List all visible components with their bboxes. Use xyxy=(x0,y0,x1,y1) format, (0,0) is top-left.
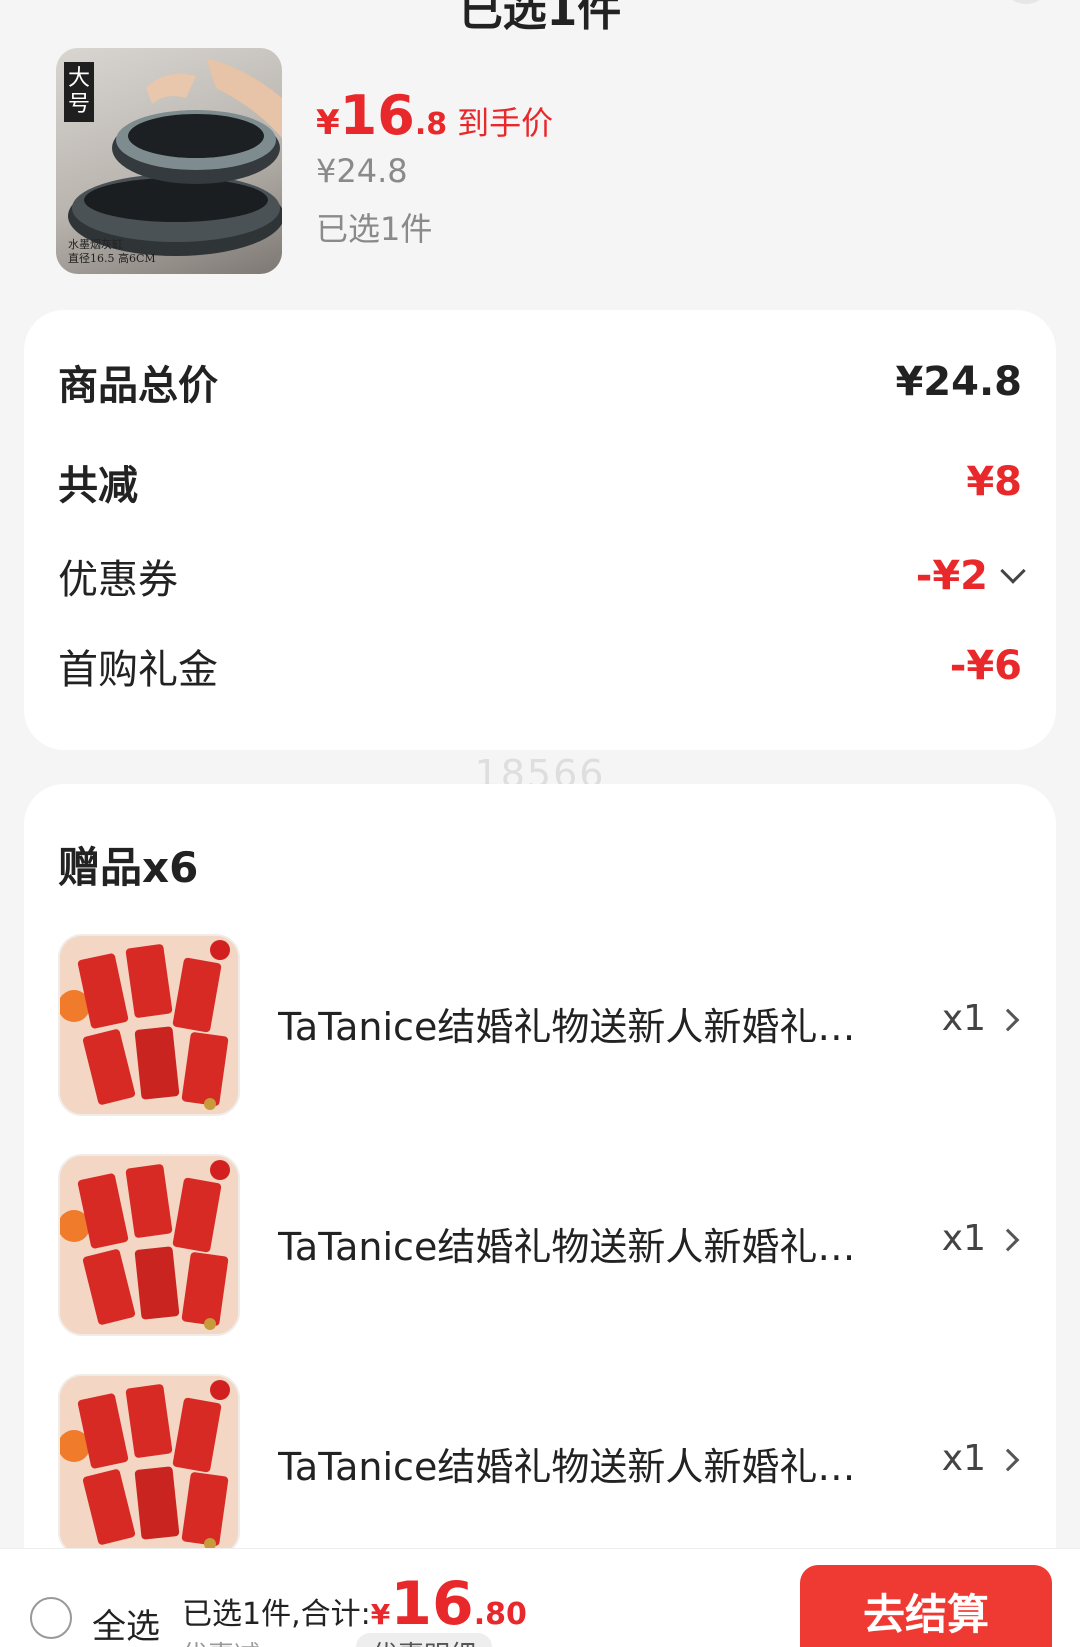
gift-qty: x1 xyxy=(941,998,986,1039)
discount-row: 共减 ¥8 xyxy=(58,452,1022,512)
discount-text: 优惠减 xyxy=(182,1635,260,1647)
top-bar: 已选1件 xyxy=(0,0,1080,40)
total-label: 商品总价 xyxy=(58,363,218,409)
red-envelope-image-icon xyxy=(60,1376,238,1554)
gift-thumbnail[interactable] xyxy=(58,1374,240,1556)
discount-detail-button[interactable]: 优惠明细 xyxy=(356,1633,493,1647)
product-header: 大号 水墨烟灰缸 直径16.5 高6CM ¥16.8 到手价 ¥24.8 已选1件 xyxy=(56,48,1036,278)
firstbuy-row: 首购礼金 -¥6 xyxy=(58,636,1022,696)
gift-item[interactable]: TaTanice结婚礼物送新人新婚礼… x1 xyxy=(58,1154,1022,1340)
size-tag: 大号 xyxy=(64,62,94,122)
thumb-caption: 水墨烟灰缸 直径16.5 高6CM xyxy=(68,238,156,265)
gift-qty: x1 xyxy=(941,1218,986,1259)
select-all-label[interactable]: 全选 xyxy=(92,1599,160,1647)
product-thumbnail[interactable]: 大号 水墨烟灰缸 直径16.5 高6CM xyxy=(56,48,282,274)
price-summary-card: 商品总价 ¥24.8 共减 ¥8 优惠券 -¥2 首购礼金 -¥6 xyxy=(24,310,1056,750)
gift-item[interactable]: TaTanice结婚礼物送新人新婚礼… x1 xyxy=(58,1374,1022,1560)
page-title: 已选1件 xyxy=(458,0,622,36)
checkout-bar: 全选 已选1件,合计:¥16.80 优惠减 优惠明细 去结算 xyxy=(0,1548,1080,1647)
coupon-value-wrap[interactable]: -¥2 xyxy=(915,553,1026,599)
coupon-row[interactable]: 优惠券 -¥2 xyxy=(58,546,1026,606)
gifts-card: 赠品x6 TaTanice结婚礼物送新人新婚礼… x1 TaTanice结婚礼物… xyxy=(24,784,1056,1647)
chevron-down-icon[interactable] xyxy=(1000,558,1026,584)
gift-title: TaTanice结婚礼物送新人新婚礼… xyxy=(278,1445,856,1489)
final-price: ¥16.8 到手价 xyxy=(316,84,554,147)
coupon-value: -¥2 xyxy=(915,553,988,599)
coupon-label: 优惠券 xyxy=(58,557,178,603)
firstbuy-value: -¥6 xyxy=(949,643,1022,689)
gift-title: TaTanice结婚礼物送新人新婚礼… xyxy=(278,1005,856,1049)
chevron-right-icon[interactable] xyxy=(996,1228,1020,1252)
firstbuy-label: 首购礼金 xyxy=(58,647,218,693)
select-all-radio[interactable] xyxy=(30,1597,72,1639)
selected-count: 已选1件 xyxy=(316,210,433,248)
gifts-heading: 赠品x6 xyxy=(58,843,199,892)
total-row: 商品总价 ¥24.8 xyxy=(58,352,1022,412)
discount-label: 共减 xyxy=(58,463,138,509)
chevron-right-icon[interactable] xyxy=(996,1008,1020,1032)
discount-value: ¥8 xyxy=(966,459,1022,505)
gift-qty: x1 xyxy=(941,1438,986,1479)
original-price: ¥24.8 xyxy=(316,152,408,190)
red-envelope-image-icon xyxy=(60,1156,238,1334)
gift-thumbnail[interactable] xyxy=(58,934,240,1116)
red-envelope-image-icon xyxy=(60,936,238,1114)
gift-item[interactable]: TaTanice结婚礼物送新人新婚礼… x1 xyxy=(58,934,1022,1120)
gift-title: TaTanice结婚礼物送新人新婚礼… xyxy=(278,1225,856,1269)
total-value: ¥24.8 xyxy=(895,359,1022,405)
chevron-right-icon[interactable] xyxy=(996,1448,1020,1472)
total-summary: 已选1件,合计:¥16.80 xyxy=(182,1569,527,1639)
gift-thumbnail[interactable] xyxy=(58,1154,240,1336)
checkout-button[interactable]: 去结算 xyxy=(800,1565,1052,1647)
